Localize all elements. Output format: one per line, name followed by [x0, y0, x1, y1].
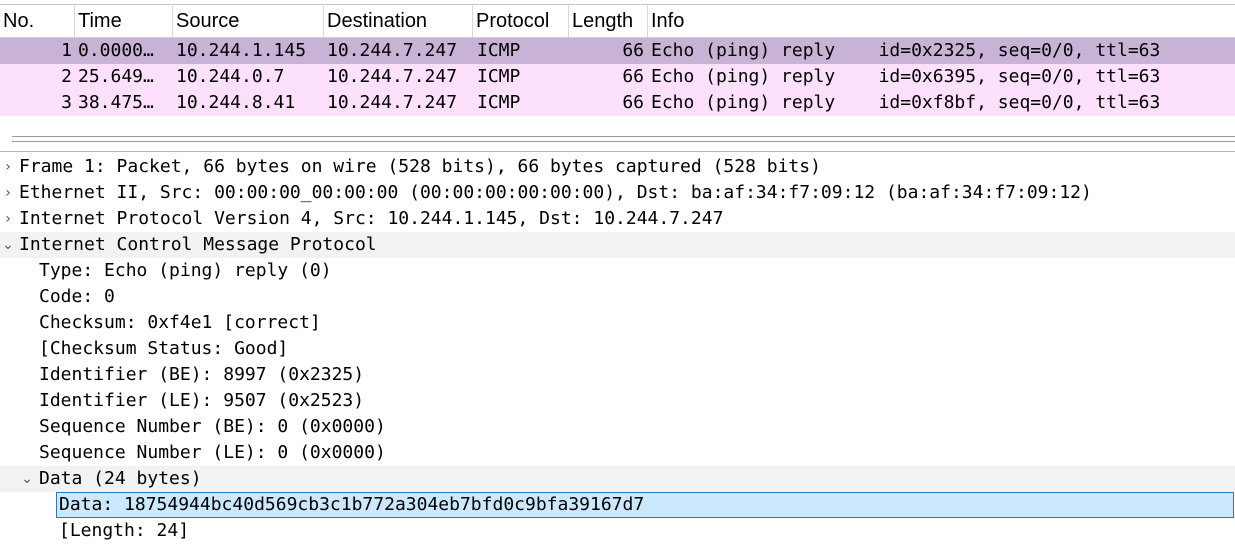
pane-divider — [0, 151, 1235, 152]
column-label: Source — [176, 10, 240, 32]
packet-time: 38.475… — [78, 92, 154, 113]
chevron-down-icon[interactable]: ⌄ — [19, 466, 35, 492]
column-header-info[interactable]: Info — [648, 5, 1235, 37]
tree-item-label: [Checksum Status: Good] — [39, 338, 289, 359]
packet-destination: 10.244.7.247 — [327, 66, 458, 87]
packet-protocol: ICMP — [477, 92, 521, 113]
packet-destination: 10.244.7.247 — [327, 92, 458, 113]
chevron-right-icon[interactable]: › — [0, 206, 16, 232]
packet-protocol: ICMP — [477, 40, 521, 61]
packet-time: 0.0000… — [78, 40, 154, 61]
packet-length: 66 — [622, 92, 644, 113]
column-header-length[interactable]: Length — [569, 5, 648, 37]
packet-length: 66 — [622, 66, 644, 87]
tree-item-label: Identifier (LE): 9507 (0x2523) — [39, 390, 365, 411]
tree-item-label: Identifier (BE): 8997 (0x2325) — [39, 364, 365, 385]
tree-item-icmp-checksum[interactable]: Checksum: 0xf4e1 [correct] — [0, 310, 1235, 336]
packet-info: Echo (ping) reply id=0xf8bf, seq=0/0, tt… — [651, 92, 1161, 113]
column-label: No. — [3, 10, 35, 32]
pane-splitter-handle[interactable] — [12, 136, 1235, 142]
column-label: Info — [651, 10, 685, 32]
tree-item-data[interactable]: ⌄ Data (24 bytes) — [0, 466, 1235, 492]
tree-item-label: Data (24 bytes) — [39, 468, 202, 489]
column-header-protocol[interactable]: Protocol — [473, 5, 569, 37]
chevron-right-icon[interactable]: › — [0, 180, 16, 206]
packet-info: Echo (ping) reply id=0x6395, seq=0/0, tt… — [651, 66, 1161, 87]
packet-info: Echo (ping) reply id=0x2325, seq=0/0, tt… — [651, 40, 1161, 61]
packet-destination: 10.244.7.247 — [327, 40, 458, 61]
tree-item-icmp-checksum-status[interactable]: [Checksum Status: Good] — [0, 336, 1235, 362]
packet-list-header: No. Time Source Destination Protocol Len… — [0, 0, 1235, 38]
tree-item-label: Sequence Number (BE): 0 (0x0000) — [39, 416, 386, 437]
column-label: Destination — [327, 10, 428, 32]
column-label: Protocol — [476, 10, 550, 32]
packet-source: 10.244.1.145 — [176, 40, 307, 61]
packet-protocol: ICMP — [477, 66, 521, 87]
tree-item-icmp-identifier-be[interactable]: Identifier (BE): 8997 (0x2325) — [0, 362, 1235, 388]
packet-list: 1 0.0000… 10.244.1.145 10.244.7.247 ICMP… — [0, 38, 1235, 116]
tree-item-data-length[interactable]: [Length: 24] — [0, 518, 1235, 544]
column-header-destination[interactable]: Destination — [324, 5, 473, 37]
tree-item-icmp-seq-be[interactable]: Sequence Number (BE): 0 (0x0000) — [0, 414, 1235, 440]
packet-no: 2 — [61, 66, 72, 87]
tree-item-label: Data: 18754944bc40d569cb3c1b772a304eb7bf… — [59, 494, 645, 515]
tree-item-icmp-type[interactable]: Type: Echo (ping) reply (0) — [0, 258, 1235, 284]
tree-item-icmp-identifier-le[interactable]: Identifier (LE): 9507 (0x2523) — [0, 388, 1235, 414]
tree-item-icmp-seq-le[interactable]: Sequence Number (LE): 0 (0x0000) — [0, 440, 1235, 466]
column-label: Time — [78, 10, 122, 32]
chevron-down-icon[interactable]: ⌄ — [0, 232, 16, 258]
tree-item-label: Internet Protocol Version 4, Src: 10.244… — [19, 208, 724, 229]
tree-item-ipv4[interactable]: › Internet Protocol Version 4, Src: 10.2… — [0, 206, 1235, 232]
tree-item-icmp[interactable]: ⌄ Internet Control Message Protocol — [0, 232, 1235, 258]
packet-row[interactable]: 1 0.0000… 10.244.1.145 10.244.7.247 ICMP… — [0, 38, 1235, 64]
packet-row[interactable]: 3 38.475… 10.244.8.41 10.244.7.247 ICMP … — [0, 90, 1235, 116]
tree-item-ethernet[interactable]: › Ethernet II, Src: 00:00:00_00:00:00 (0… — [0, 180, 1235, 206]
column-header-no[interactable]: No. — [0, 5, 75, 37]
packet-time: 25.649… — [78, 66, 154, 87]
column-label: Length — [572, 10, 634, 32]
packet-source: 10.244.0.7 — [176, 66, 285, 87]
packet-source: 10.244.8.41 — [176, 92, 296, 113]
tree-item-label: Code: 0 — [39, 286, 115, 307]
tree-item-label: Ethernet II, Src: 00:00:00_00:00:00 (00:… — [19, 182, 1092, 203]
packet-details-tree: › Frame 1: Packet, 66 bytes on wire (528… — [0, 154, 1235, 544]
packet-length: 66 — [622, 40, 644, 61]
packet-row[interactable]: 2 25.649… 10.244.0.7 10.244.7.247 ICMP 6… — [0, 64, 1235, 90]
sort-up-icon: ⌃ — [394, 0, 405, 7]
chevron-right-icon[interactable]: › — [0, 154, 16, 180]
column-header-time[interactable]: Time — [75, 5, 173, 37]
tree-item-label: [Length: 24] — [59, 520, 190, 541]
tree-item-frame[interactable]: › Frame 1: Packet, 66 bytes on wire (528… — [0, 154, 1235, 180]
tree-item-data-value[interactable]: Data: 18754944bc40d569cb3c1b772a304eb7bf… — [0, 492, 1235, 518]
tree-item-label: Type: Echo (ping) reply (0) — [39, 260, 332, 281]
tree-item-label: Frame 1: Packet, 66 bytes on wire (528 b… — [19, 156, 821, 177]
tree-item-label: Internet Control Message Protocol — [19, 234, 377, 255]
column-header-source[interactable]: Source — [173, 5, 324, 37]
tree-item-label: Checksum: 0xf4e1 [correct] — [39, 312, 321, 333]
packet-no: 3 — [61, 92, 72, 113]
tree-item-icmp-code[interactable]: Code: 0 — [0, 284, 1235, 310]
tree-item-label: Sequence Number (LE): 0 (0x0000) — [39, 442, 386, 463]
packet-no: 1 — [61, 40, 72, 61]
